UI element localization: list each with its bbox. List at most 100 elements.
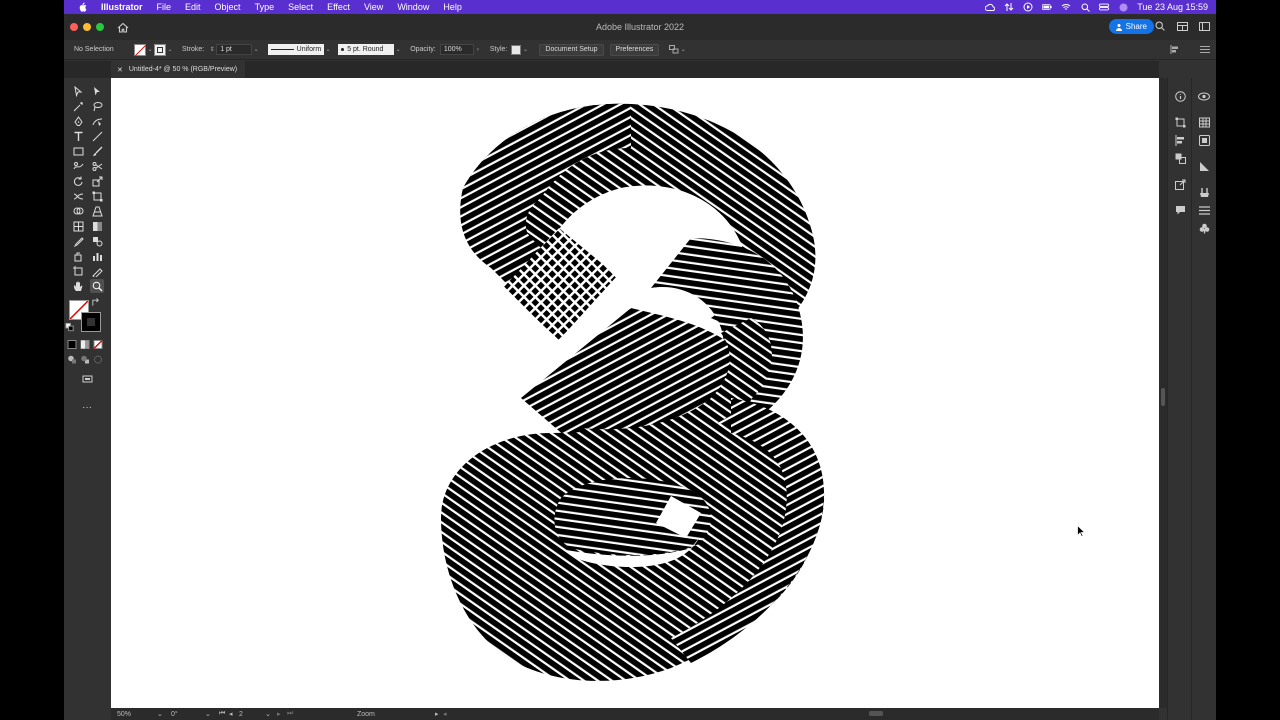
direct-selection-tool-icon[interactable] [90,84,104,98]
number-three-ribbon-artwork[interactable] [111,78,1159,708]
first-artboard-icon[interactable]: ⏮ [219,710,229,718]
stroke-panel-icon[interactable] [1198,204,1210,216]
apple-icon[interactable] [76,1,88,13]
paintbrush-tool-icon[interactable] [90,144,104,158]
home-icon[interactable] [116,20,130,34]
free-transform-tool-icon[interactable] [90,189,104,203]
menu-select[interactable]: Select [281,0,320,14]
symbols-icon[interactable] [1198,222,1210,234]
draw-inside-icon[interactable] [93,354,103,364]
shape-builder-tool-icon[interactable] [71,204,85,218]
properties-icon[interactable] [1174,90,1186,102]
slice-tool-icon[interactable] [90,264,104,278]
more-tools-icon[interactable]: ··· [80,403,94,415]
menu-object[interactable]: Object [208,0,248,14]
menu-help[interactable]: Help [436,0,469,14]
chevron-down-icon[interactable]: ⌄ [521,46,529,53]
menu-app-name[interactable]: Illustrator [94,0,150,14]
chevron-down-icon[interactable]: ⌄ [324,46,332,53]
perspective-grid-tool-icon[interactable] [90,204,104,218]
align-icon[interactable] [1170,45,1180,55]
scroll-thumb[interactable] [1161,388,1165,406]
brush-definition-dropdown[interactable]: 5 pt. Round [338,44,395,55]
scissors-tool-icon[interactable] [90,159,104,173]
color-guide-icon[interactable] [1198,160,1210,172]
color-mode-icon[interactable] [67,339,77,349]
zoom-tool-icon[interactable] [90,279,104,293]
symbol-sprayer-tool-icon[interactable] [71,249,85,263]
next-artboard-icon[interactable]: ▸ [277,710,287,718]
type-tool-icon[interactable] [71,129,85,143]
default-colors-icon[interactable] [65,322,75,332]
menu-effect[interactable]: Effect [320,0,357,14]
line-segment-tool-icon[interactable] [90,129,104,143]
graphic-style-swatch[interactable] [511,44,522,55]
vertical-scrollbar[interactable] [1159,78,1167,708]
chevron-left-icon[interactable]: ◂ [443,710,451,718]
workspace-switcher-icon[interactable] [1198,19,1210,33]
share-button[interactable]: Share [1108,19,1154,34]
stroke-color-swatch[interactable] [81,312,101,332]
align-panel-icon[interactable] [1174,134,1186,146]
width-tool-icon[interactable] [71,189,85,203]
current-tool-status[interactable]: Zoom [357,711,435,718]
close-tab-icon[interactable]: ✕ [117,66,123,74]
spotlight-icon[interactable] [1080,2,1090,12]
gradient-mode-icon[interactable] [80,339,90,349]
search-icon[interactable] [1154,19,1166,33]
chevron-down-icon[interactable]: ⌄ [146,46,154,53]
shaper-tool-icon[interactable] [71,159,85,173]
menu-view[interactable]: View [357,0,390,14]
fill-swatch[interactable] [134,43,146,56]
arrange-icon[interactable] [669,45,679,55]
pen-tool-icon[interactable] [71,114,85,128]
arrange-documents-icon[interactable] [1176,19,1188,33]
chevron-down-icon[interactable]: ⌄ [265,710,273,718]
selection-tool-icon[interactable] [71,84,85,98]
zoom-window-icon[interactable] [96,23,104,31]
opacity-field[interactable]: 100% [439,44,474,55]
horizontal-scroll-thumb[interactable] [869,711,883,716]
transform-icon[interactable] [1174,116,1186,128]
blend-tool-icon[interactable] [90,234,104,248]
siri-icon[interactable] [1118,2,1128,12]
control-center-icon[interactable] [1099,2,1110,12]
rotate-tool-icon[interactable] [71,174,85,188]
pathfinder-icon[interactable] [1174,152,1186,164]
mesh-tool-icon[interactable] [71,219,85,233]
draw-behind-icon[interactable] [80,354,90,364]
menu-edit[interactable]: Edit [178,0,208,14]
play-icon[interactable] [1023,2,1033,12]
close-window-icon[interactable] [70,23,78,31]
variable-width-profile-dropdown[interactable]: Uniform [268,44,325,55]
stepper-icon[interactable]: ⇕ [208,46,216,53]
battery-icon[interactable] [1042,2,1052,12]
rotation-dropdown[interactable]: 0° [171,711,205,718]
last-artboard-icon[interactable]: ⏭ [287,710,297,718]
clock[interactable]: Tue 23 Aug 15:59 [1137,2,1208,12]
hand-tool-icon[interactable] [71,279,85,293]
document-tab[interactable]: ✕ Untitled-4* @ 50 % (RGB/Preview) [111,61,246,78]
brushes-icon[interactable] [1198,186,1210,198]
artboard-tool-icon[interactable] [71,264,85,278]
menu-window[interactable]: Window [390,0,436,14]
comments-icon[interactable] [1174,204,1186,216]
chevron-right-icon[interactable]: › [474,47,482,53]
chevron-down-icon[interactable]: ⌄ [157,710,165,718]
gradient-tool-icon[interactable] [90,219,104,233]
previous-artboard-icon[interactable]: ◂ [229,710,239,718]
eyedropper-tool-icon[interactable] [71,234,85,248]
menu-file[interactable]: File [150,0,179,14]
document-setup-button[interactable]: Document Setup [539,43,604,56]
screen-mode-icon[interactable] [80,372,94,386]
stroke-label[interactable]: Stroke: [182,46,204,53]
creative-cloud-icon[interactable] [985,2,996,12]
scale-tool-icon[interactable] [90,174,104,188]
menu-type[interactable]: Type [248,0,282,14]
learn-icon[interactable] [1198,90,1210,102]
swatches-icon[interactable] [1198,116,1210,128]
opacity-label[interactable]: Opacity: [410,46,436,53]
wifi-icon[interactable] [1061,2,1071,12]
chevron-down-icon[interactable]: ⌄ [166,46,174,53]
draw-normal-icon[interactable] [67,354,77,364]
